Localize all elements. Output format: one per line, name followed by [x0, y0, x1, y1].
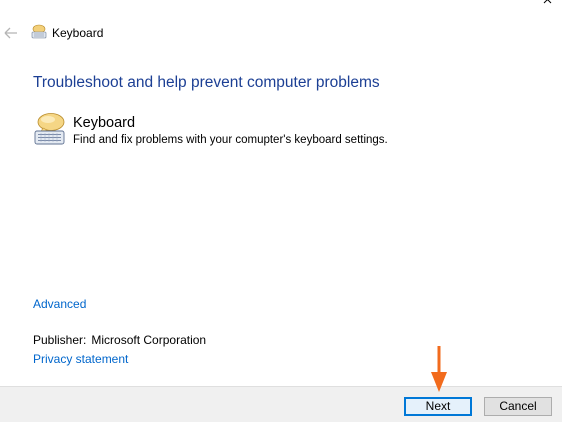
troubleshooter-title: Keyboard — [73, 115, 136, 131]
next-button[interactable]: Next — [404, 397, 472, 416]
annotation-arrow-icon — [431, 346, 447, 392]
troubleshooter-description: Find and fix problems with your comupter… — [73, 134, 388, 146]
privacy-statement-link[interactable]: Privacy statement — [33, 352, 128, 366]
button-bar: Next Cancel — [0, 386, 562, 422]
window-title: Keyboard — [52, 26, 104, 40]
publisher-label: Publisher: — [33, 333, 87, 347]
cancel-button[interactable]: Cancel — [484, 397, 552, 416]
publisher-info: Publisher: Microsoft Corporation — [33, 333, 206, 347]
back-arrow-icon[interactable] — [4, 27, 18, 39]
keyboard-icon — [31, 24, 47, 39]
publisher-value: Microsoft Corporation — [91, 333, 207, 347]
close-icon[interactable] — [541, 0, 557, 10]
page-heading: Troubleshoot and help prevent computer p… — [33, 74, 380, 91]
advanced-link[interactable]: Advanced — [33, 297, 86, 311]
keyboard-troubleshooter-icon — [34, 113, 65, 145]
